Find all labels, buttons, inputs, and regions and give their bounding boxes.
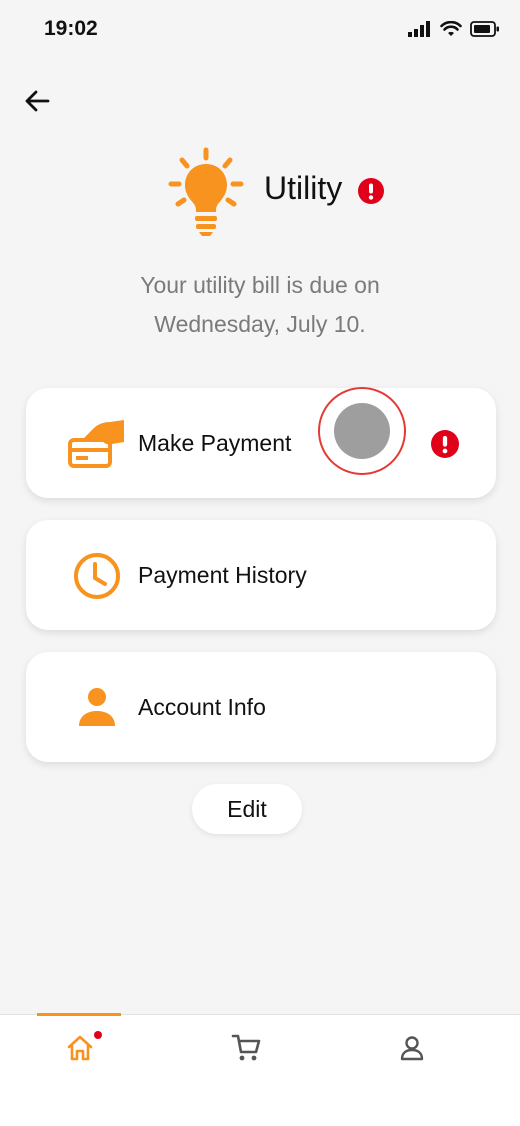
page-header: Utility xyxy=(0,140,520,240)
alert-icon xyxy=(358,178,384,204)
page-title: Utility xyxy=(264,170,343,206)
clock-icon xyxy=(68,547,126,605)
battery-icon xyxy=(470,21,499,37)
due-date-message: Your utility bill is due on Wednesday, J… xyxy=(60,266,460,344)
notification-dot xyxy=(94,1031,102,1039)
signal-icon xyxy=(408,21,430,37)
active-tab-indicator xyxy=(37,1013,121,1016)
tab-profile[interactable] xyxy=(392,1031,432,1065)
profile-icon xyxy=(400,1036,424,1061)
back-button[interactable] xyxy=(22,86,52,116)
due-date-line-2: Wednesday, July 10. xyxy=(154,311,366,337)
due-date-line-1: Your utility bill is due on xyxy=(140,272,380,298)
home-icon xyxy=(67,1035,93,1061)
status-bar: 19:02 xyxy=(0,0,520,60)
status-time: 19:02 xyxy=(44,17,98,40)
arrow-left-icon xyxy=(25,90,50,112)
bottom-tab-bar xyxy=(0,1013,520,1126)
tab-cart[interactable] xyxy=(226,1031,266,1065)
account-info-label: Account Info xyxy=(138,693,266,720)
payment-history-button[interactable]: Payment History xyxy=(26,520,496,630)
person-icon xyxy=(68,679,126,737)
make-payment-label: Make Payment xyxy=(138,429,292,456)
wifi-icon xyxy=(440,21,462,36)
tap-indicator-dot xyxy=(334,403,390,459)
alert-icon xyxy=(431,430,459,458)
card-payment-icon xyxy=(68,415,126,473)
edit-button[interactable]: Edit xyxy=(192,784,302,834)
lightbulb-icon xyxy=(168,147,244,236)
status-icons xyxy=(408,21,500,37)
tap-indicator xyxy=(318,387,406,475)
cart-icon xyxy=(231,1034,261,1061)
account-info-button[interactable]: Account Info xyxy=(26,652,496,762)
tab-home[interactable] xyxy=(60,1031,102,1065)
payment-history-label: Payment History xyxy=(138,561,307,588)
make-payment-button[interactable]: Make Payment xyxy=(26,388,496,498)
